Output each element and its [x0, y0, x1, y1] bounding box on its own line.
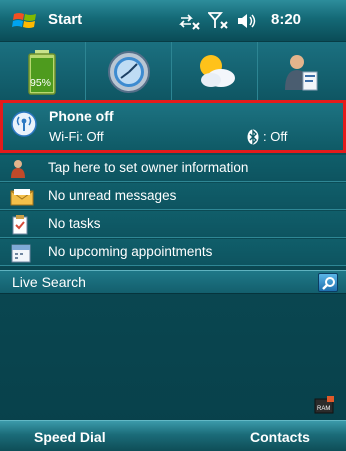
clock-app-icon [107, 51, 150, 93]
start-flag-icon[interactable] [12, 10, 38, 32]
tasks-text: No tasks [48, 216, 101, 231]
speed-dial-softkey[interactable]: Speed Dial [34, 429, 106, 445]
weather-icon [199, 55, 235, 87]
weather-tile[interactable] [172, 42, 258, 102]
owner-icon [10, 159, 32, 183]
contacts-app-icon [285, 55, 318, 91]
calendar-icon [10, 243, 32, 267]
phone-status-title: Phone off [49, 108, 114, 124]
signal-off-icon[interactable] [208, 11, 232, 31]
search-button[interactable] [318, 273, 338, 292]
appointments-item[interactable]: No upcoming appointments [0, 239, 346, 266]
today-screen: Start 8:20 95% Phone off Wi-Fi: Off: Of… [0, 0, 346, 451]
wireless-icon [11, 111, 37, 141]
tasks-clipboard-icon [10, 215, 30, 239]
contacts-tile[interactable] [258, 42, 344, 102]
tasks-item[interactable]: No tasks [0, 211, 346, 238]
messages-item[interactable]: No unread messages [0, 183, 346, 210]
svg-text:RAM: RAM [317, 406, 330, 412]
bluetooth-icon [247, 129, 259, 149]
start-label[interactable]: Start [48, 11, 82, 28]
app-strip: 95% [0, 42, 346, 102]
owner-info-text: Tap here to set owner information [48, 160, 249, 175]
battery-tile[interactable]: 95% [0, 42, 86, 102]
battery-percent: 95% [30, 77, 51, 89]
contacts-softkey[interactable]: Contacts [250, 429, 310, 445]
live-search-label: Live Search [12, 274, 86, 290]
ram-icon[interactable]: RAM [314, 396, 334, 418]
appointments-text: No upcoming appointments [48, 244, 213, 259]
owner-info-item[interactable]: Tap here to set owner information [0, 155, 346, 182]
phone-status-item[interactable]: Phone off Wi-Fi: Off : Off [0, 100, 346, 153]
clock[interactable]: 8:20 [271, 11, 301, 28]
sync-arrows-icon[interactable] [178, 11, 202, 31]
messages-text: No unread messages [48, 188, 177, 203]
envelope-icon [10, 187, 34, 211]
clock-tile[interactable] [86, 42, 172, 102]
live-search-bar[interactable]: Live Search [0, 270, 346, 294]
battery-icon: 95% [27, 50, 56, 95]
softkey-bar: Speed Dial Contacts [0, 420, 346, 451]
bluetooth-status: : Off [263, 129, 288, 144]
search-icon [322, 277, 335, 290]
title-bar: Start 8:20 [0, 0, 346, 42]
speaker-icon[interactable] [236, 11, 258, 31]
wifi-status: Wi-Fi: Off [49, 129, 104, 144]
